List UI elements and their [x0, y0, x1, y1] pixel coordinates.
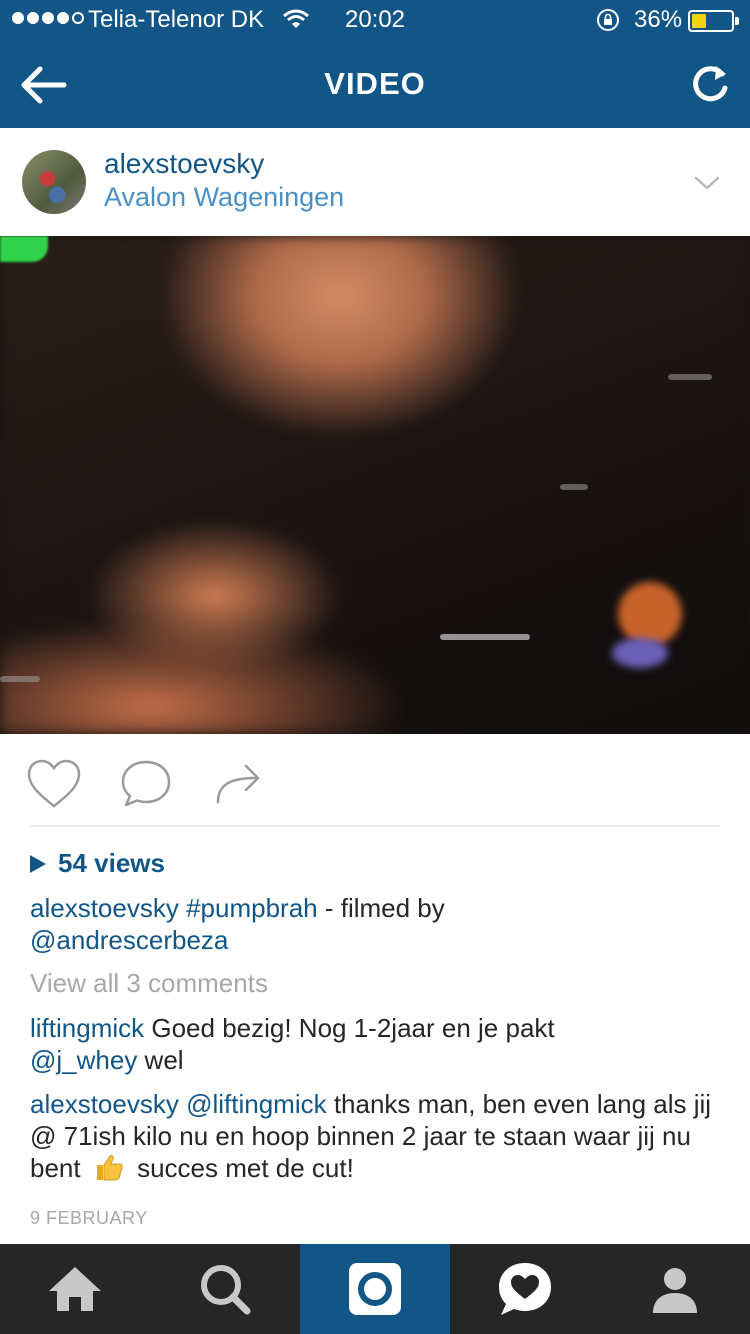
- post-actions: [0, 734, 750, 826]
- caption-hashtag[interactable]: #pumpbrah: [186, 893, 318, 923]
- chevron-down-icon[interactable]: [690, 166, 724, 200]
- post-header: alexstoevsky Avalon Wageningen: [0, 128, 750, 236]
- play-icon: [30, 854, 46, 873]
- battery-percentage: 36%: [634, 6, 683, 33]
- heart-icon[interactable]: [26, 758, 82, 810]
- comment-text: wel: [137, 1045, 184, 1075]
- top-bar: Telia-Telenor DK 20:02 36% VIDEO: [0, 0, 750, 128]
- tab-search[interactable]: [150, 1244, 300, 1334]
- view-all-comments-link[interactable]: View all 3 comments: [30, 968, 268, 999]
- tab-profile[interactable]: [600, 1244, 750, 1334]
- search-icon: [201, 1265, 251, 1315]
- caption-username[interactable]: alexstoevsky: [30, 893, 179, 923]
- comment-text: Goed bezig! Nog 1-2jaar en je pakt: [151, 1013, 555, 1043]
- tab-activity[interactable]: [450, 1244, 600, 1334]
- tab-camera[interactable]: [300, 1244, 450, 1334]
- share-icon[interactable]: [212, 758, 264, 806]
- comment-username[interactable]: liftingmick: [30, 1013, 144, 1043]
- profile-icon: [653, 1268, 697, 1313]
- rotation-lock-icon: [597, 9, 619, 31]
- comment-mention[interactable]: @liftingmick: [186, 1089, 327, 1119]
- battery-icon: [688, 10, 739, 32]
- views-count[interactable]: 54 views: [30, 848, 165, 879]
- comment-icon[interactable]: [118, 758, 174, 810]
- caption: alexstoevsky #pumpbrah - filmed by @andr…: [30, 892, 730, 956]
- activity-icon: [499, 1263, 551, 1315]
- comment-mention[interactable]: @j_whey: [30, 1045, 137, 1075]
- post-username[interactable]: alexstoevsky: [104, 148, 264, 180]
- tab-bar: [0, 1244, 750, 1334]
- caption-text: - filmed by: [317, 893, 445, 923]
- page-title: VIDEO: [324, 66, 426, 101]
- tab-home[interactable]: [0, 1244, 150, 1334]
- comment-item: alexstoevsky @liftingmick thanks man, be…: [30, 1088, 730, 1184]
- post-date: 9 FEBRUARY: [30, 1208, 148, 1228]
- camera-icon: [349, 1263, 401, 1315]
- video-player[interactable]: [0, 236, 750, 734]
- status-bar: Telia-Telenor DK 20:02 36%: [0, 0, 750, 40]
- thumbs-up-icon: [96, 1155, 123, 1181]
- comment-item: liftingmick Goed bezig! Nog 1-2jaar en j…: [30, 1012, 730, 1076]
- refresh-icon[interactable]: [682, 58, 738, 114]
- avatar[interactable]: [22, 150, 86, 214]
- battery-level: [692, 14, 706, 28]
- comment-username[interactable]: alexstoevsky: [30, 1089, 179, 1119]
- comment-text: succes met de cut!: [137, 1153, 354, 1183]
- post-location[interactable]: Avalon Wageningen: [104, 182, 344, 213]
- divider: [30, 825, 720, 827]
- caption-mention[interactable]: @andrescerbeza: [30, 925, 228, 955]
- home-icon: [49, 1267, 101, 1311]
